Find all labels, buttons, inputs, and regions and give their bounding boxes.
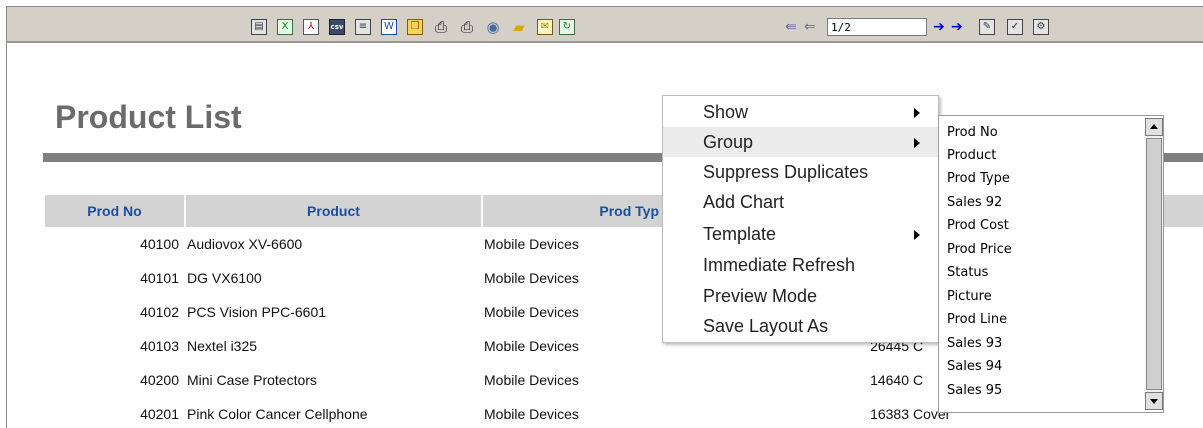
field-option[interactable]: Picture <box>947 285 992 308</box>
csv-export-icon[interactable]: csv <box>329 19 345 35</box>
menu-item-save-layout-as[interactable]: Save Layout As <box>663 311 938 341</box>
print-icon[interactable]: ⎙ <box>433 19 449 35</box>
field-option[interactable]: Prod Cost <box>947 214 1009 237</box>
cell-prod-no: 40101 <box>140 270 179 286</box>
submenu-arrow-icon <box>914 138 920 148</box>
report-title: Product List <box>55 99 242 135</box>
cell-prod-no: 40200 <box>140 372 179 388</box>
menu-item-label: Show <box>703 102 749 122</box>
last-page-icon[interactable]: ➔ <box>951 19 963 35</box>
cell-cover: C <box>913 372 924 388</box>
field-option[interactable]: Sales 94 <box>947 355 1002 378</box>
page-view-icon[interactable]: ▤ <box>251 19 267 35</box>
field-option[interactable]: Status <box>947 261 988 284</box>
cell-prod-no: 40103 <box>140 338 179 354</box>
cell-prod-no: 40201 <box>140 406 179 422</box>
field-option[interactable]: Sales 92 <box>947 191 1002 214</box>
menu-item-group[interactable]: Group <box>663 127 938 157</box>
cell-prod-type: Mobile Devices <box>484 406 579 422</box>
submenu-arrow-icon <box>914 230 920 240</box>
cell-prod-type: Mobile Devices <box>484 338 579 354</box>
menu-item-label: Save Layout As <box>703 316 829 336</box>
cell-product: DG VX6100 <box>187 270 262 286</box>
cell-prod-type: Mobile Devices <box>484 236 579 252</box>
cell-value: 14640 <box>870 372 909 388</box>
cell-product: Nextel i325 <box>187 338 258 354</box>
previous-page-icon[interactable]: ⇐ <box>804 19 816 35</box>
column-header-prod-type[interactable]: Prod Typ <box>483 195 659 227</box>
menu-item-label: Suppress Duplicates <box>703 162 869 182</box>
excel-export-icon[interactable]: X <box>277 19 293 35</box>
design-icon[interactable]: ⚙ <box>1033 19 1049 35</box>
menu-item-label: Add Chart <box>703 192 785 212</box>
toolbar: ▤ X ⅄ csv ≡ W ❐ ⎙ ⎙ ◉ ▰ ✉ ↻ ⇚ ⇐ ➔ ➔ ✎ ✓ … <box>7 7 1203 43</box>
field-option[interactable]: Prod No <box>947 121 998 144</box>
cell-prod-no: 40100 <box>140 236 179 252</box>
menu-item-immediate-refresh[interactable]: Immediate Refresh <box>663 250 938 280</box>
cell-prod-no: 40102 <box>140 304 179 320</box>
column-header-product[interactable]: Product <box>186 195 481 227</box>
cell-prod-type: Mobile Devices <box>484 372 579 388</box>
menu-item-template[interactable]: Template <box>663 219 938 249</box>
cell-product: Audiovox XV-6600 <box>187 236 303 252</box>
page-number-input[interactable] <box>827 18 927 36</box>
pdf-export-icon[interactable]: ⅄ <box>303 19 319 35</box>
cell-prod-type: Mobile Devices <box>484 270 579 286</box>
menu-item-add-chart[interactable]: Add Chart <box>663 187 938 217</box>
field-option[interactable]: Sales 95 <box>947 379 1002 402</box>
menu-item-label: Group <box>703 132 754 152</box>
next-page-icon[interactable]: ➔ <box>933 19 945 35</box>
field-option[interactable]: Prod Type <box>947 167 1010 190</box>
field-option[interactable]: Prod Line <box>947 308 1007 331</box>
globe-icon[interactable]: ◉ <box>485 19 501 35</box>
menu-item-label: Immediate Refresh <box>703 255 856 275</box>
menu-item-suppress-duplicates[interactable]: Suppress Duplicates <box>663 157 938 187</box>
column-header-prod-no[interactable]: Prod No <box>45 195 184 227</box>
edit-icon[interactable]: ✎ <box>979 19 995 35</box>
folder-icon[interactable]: ▰ <box>511 19 527 35</box>
first-page-icon[interactable]: ⇚ <box>785 19 797 35</box>
scrollbar-thumb[interactable] <box>1146 138 1162 390</box>
word-export-icon[interactable]: W <box>381 19 397 35</box>
cell-product: Mini Case Protectors <box>187 372 317 388</box>
cell-product: PCS Vision PPC-6601 <box>187 304 327 320</box>
report-viewer: ▤ X ⅄ csv ≡ W ❐ ⎙ ⎙ ◉ ▰ ✉ ↻ ⇚ ⇐ ➔ ➔ ✎ ✓ … <box>6 6 1203 428</box>
print-server-icon[interactable]: ⎙ <box>459 19 475 35</box>
text-export-icon[interactable]: ≡ <box>355 19 371 35</box>
field-option[interactable]: Product <box>947 144 996 167</box>
cell-value: 16383 <box>870 406 909 422</box>
scroll-down-button[interactable] <box>1145 392 1163 410</box>
menu-item-label: Template <box>703 224 777 244</box>
menu-item-preview-mode[interactable]: Preview Mode <box>663 281 938 311</box>
field-option[interactable]: Sales 93 <box>947 332 1002 355</box>
scroll-up-button[interactable] <box>1145 118 1163 136</box>
submenu-arrow-icon <box>914 108 920 118</box>
cell-prod-type: Mobile Devices <box>484 304 579 320</box>
group-field-list: Prod No Product Prod Type Sales 92 Prod … <box>938 115 1164 413</box>
copy-icon[interactable]: ❐ <box>407 19 423 35</box>
properties-icon[interactable]: ✓ <box>1007 19 1023 35</box>
menu-item-label: Preview Mode <box>703 286 818 306</box>
refresh-icon[interactable]: ↻ <box>559 19 575 35</box>
field-option[interactable]: Prod Price <box>947 238 1012 261</box>
context-menu: Show Group Suppress Duplicates Add Chart… <box>662 95 939 343</box>
menu-item-show[interactable]: Show <box>663 97 938 127</box>
email-icon[interactable]: ✉ <box>537 19 553 35</box>
cell-product: Pink Color Cancer Cellphone <box>187 406 368 422</box>
